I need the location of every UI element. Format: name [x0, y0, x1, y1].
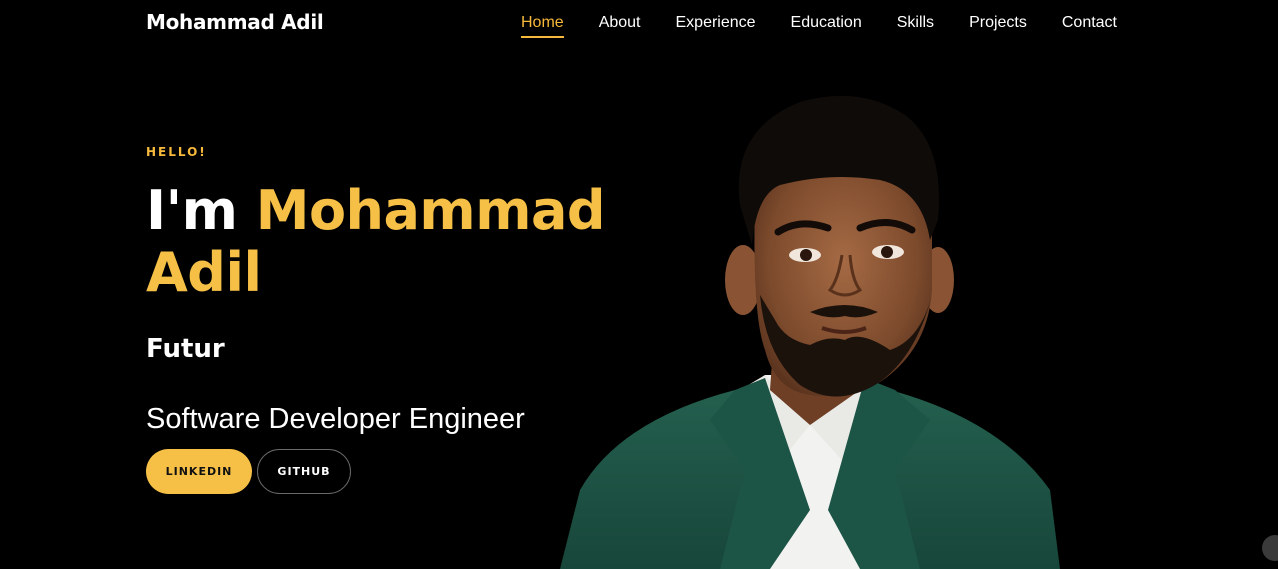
hero-name-last: Adil [146, 241, 262, 304]
scroll-top-button[interactable] [1262, 535, 1278, 561]
nav-about[interactable]: About [599, 14, 641, 38]
nav-experience[interactable]: Experience [676, 14, 756, 38]
brand-logo[interactable]: Mohammad Adil [146, 10, 324, 34]
nav-projects[interactable]: Projects [969, 14, 1027, 38]
hero-role: Software Developer Engineer [146, 403, 525, 435]
page: Mohammad Adil Home About Experience Educ… [0, 0, 1278, 569]
typed-text: Futur [146, 334, 225, 364]
profile-photo [560, 95, 1060, 569]
github-button[interactable]: GITHUB [257, 449, 351, 494]
main-nav: Home About Experience Education Skills P… [521, 14, 1152, 38]
nav-contact[interactable]: Contact [1062, 14, 1117, 38]
hero-intro: I'm [146, 179, 238, 242]
nav-education[interactable]: Education [791, 14, 862, 38]
nav-home[interactable]: Home [521, 14, 564, 38]
linkedin-button[interactable]: LINKEDIN [146, 449, 252, 494]
nav-skills[interactable]: Skills [897, 14, 934, 38]
hero-greeting: HELLO! [146, 145, 207, 159]
hero-name-first: Mohammad [255, 179, 606, 242]
hero-headline: I'm Mohammad Adil [146, 180, 616, 304]
